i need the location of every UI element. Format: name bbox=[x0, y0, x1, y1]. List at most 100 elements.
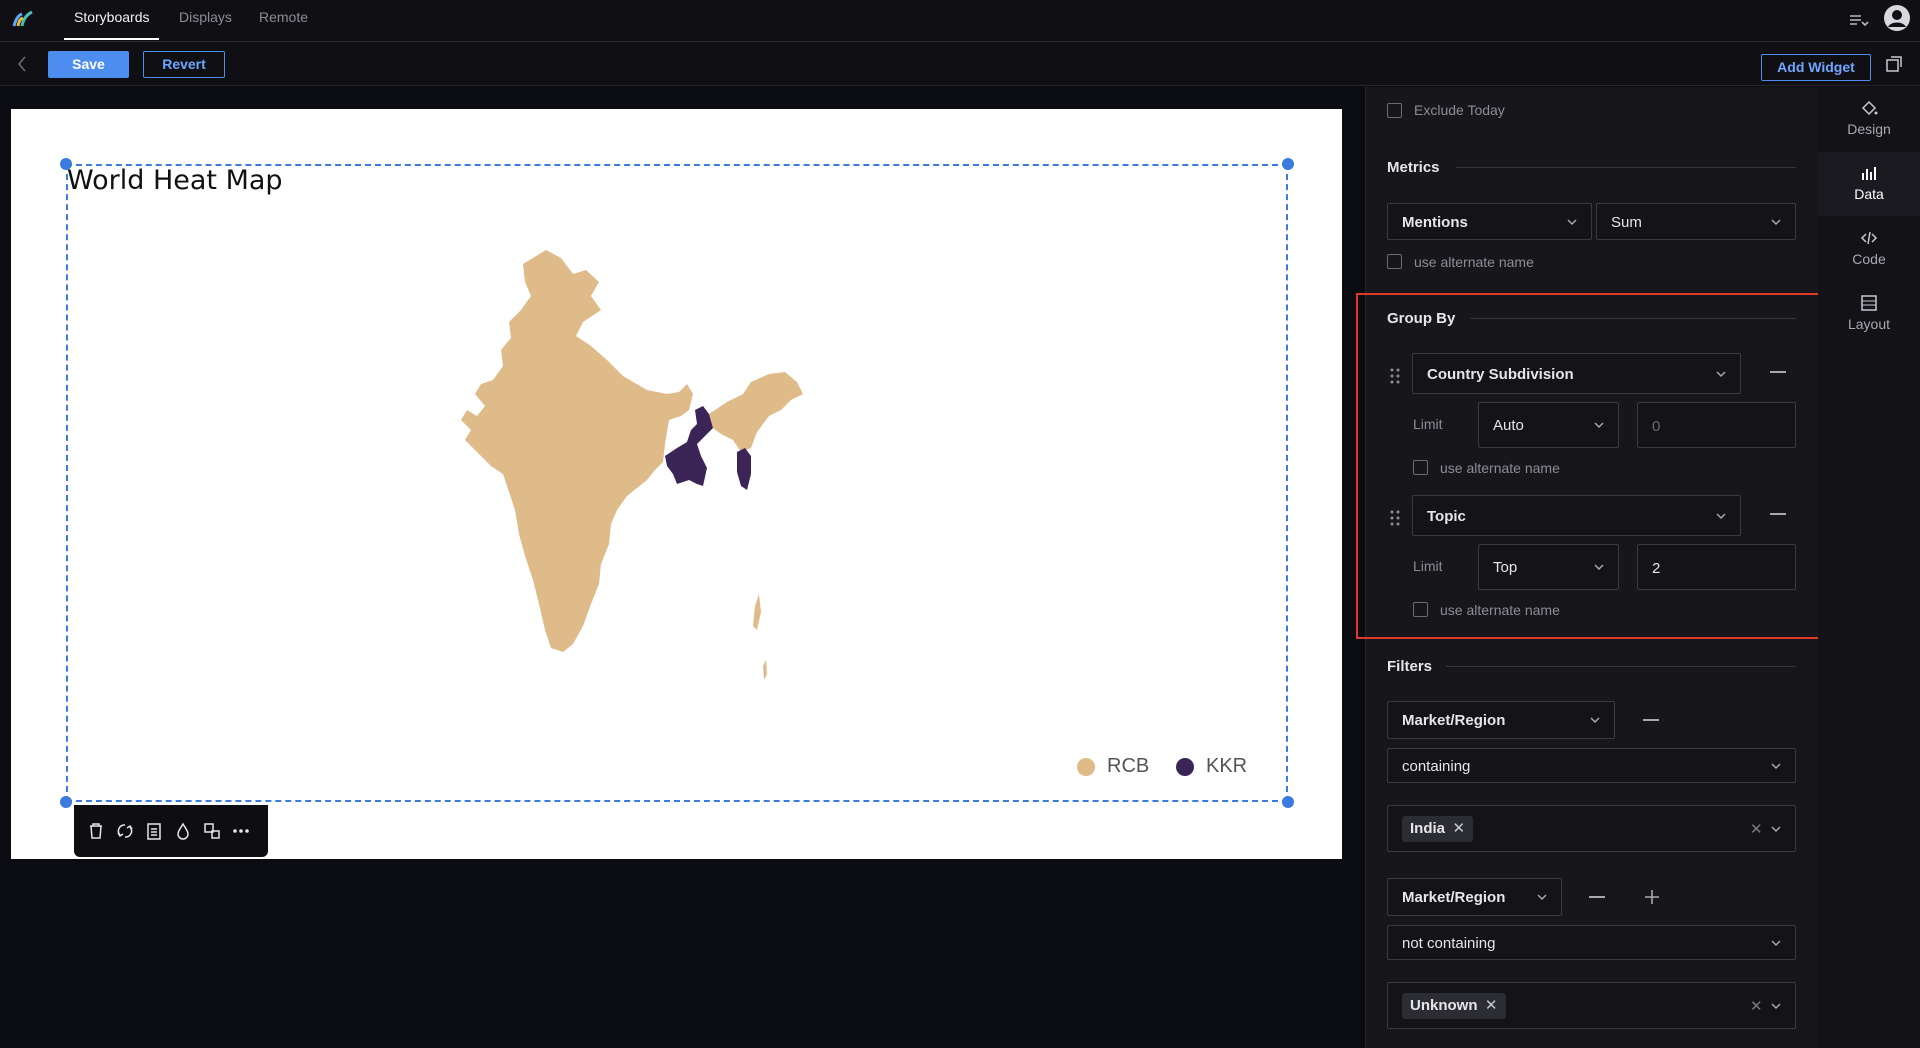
chevron-down-icon bbox=[1537, 894, 1547, 901]
clipboard-icon[interactable] bbox=[144, 821, 164, 841]
map-region-islands[interactable] bbox=[753, 594, 761, 630]
limit-mode-value: Top bbox=[1493, 559, 1518, 576]
filter-value-tag-label: India bbox=[1410, 820, 1446, 837]
legend-item-kkr[interactable]: KKR bbox=[1176, 755, 1247, 778]
india-heat-map[interactable] bbox=[451, 234, 901, 734]
add-widget-button[interactable]: Add Widget bbox=[1761, 54, 1871, 81]
filter-values-input[interactable]: India ✕ ✕ bbox=[1387, 805, 1796, 852]
remove-group-button[interactable] bbox=[1770, 513, 1786, 515]
filter-field-select[interactable]: Market/Region bbox=[1387, 878, 1562, 916]
group-alt-name-label: use alternate name bbox=[1440, 460, 1560, 476]
sidebar-item-label: Layout bbox=[1847, 316, 1891, 332]
filters-section-title: Filters bbox=[1387, 658, 1433, 675]
filter-operator-value: containing bbox=[1402, 758, 1471, 775]
sidebar-item-label: Data bbox=[1854, 186, 1884, 202]
back-chevron-icon[interactable] bbox=[14, 54, 30, 74]
remove-filter-button[interactable] bbox=[1589, 896, 1605, 898]
panel-sidebar: Design Data Code Layout bbox=[1818, 87, 1920, 1048]
sidebar-item-label: Design bbox=[1847, 121, 1891, 137]
chevron-down-icon bbox=[1594, 564, 1604, 571]
legend-item-rcb[interactable]: RCB bbox=[1077, 755, 1149, 778]
list-menu-icon[interactable] bbox=[1846, 8, 1870, 32]
section-divider bbox=[1470, 318, 1796, 319]
more-options-icon[interactable] bbox=[231, 821, 251, 841]
sidebar-item-design[interactable]: Design bbox=[1818, 87, 1920, 151]
sidebar-item-layout[interactable]: Layout bbox=[1818, 282, 1920, 346]
chevron-down-icon bbox=[1590, 717, 1600, 724]
chevron-down-icon bbox=[1716, 513, 1726, 520]
user-avatar-icon[interactable] bbox=[1883, 4, 1911, 32]
storyboard-canvas[interactable]: World Heat Map RCB KKR bbox=[11, 109, 1342, 859]
remove-tag-icon[interactable]: ✕ bbox=[1452, 816, 1465, 842]
limit-mode-select[interactable]: Top bbox=[1478, 544, 1619, 590]
save-button[interactable]: Save bbox=[48, 51, 129, 78]
remove-filter-button[interactable] bbox=[1643, 719, 1659, 721]
filter-field-select[interactable]: Market/Region bbox=[1387, 701, 1615, 739]
delete-icon[interactable] bbox=[86, 821, 106, 841]
tab-remote[interactable]: Remote bbox=[259, 0, 308, 42]
metric-select[interactable]: Mentions bbox=[1387, 203, 1592, 240]
popout-window-icon[interactable] bbox=[1884, 54, 1904, 74]
limit-label: Limit bbox=[1413, 558, 1443, 574]
top-bar: Storyboards Displays Remote bbox=[0, 0, 1920, 42]
swap-widget-icon[interactable] bbox=[202, 821, 222, 841]
tab-displays[interactable]: Displays bbox=[179, 0, 232, 42]
section-divider bbox=[1446, 666, 1796, 667]
group-alt-name-checkbox[interactable] bbox=[1413, 460, 1428, 475]
group-alt-name-checkbox[interactable] bbox=[1413, 602, 1428, 617]
exclude-today-checkbox[interactable] bbox=[1387, 103, 1402, 118]
filter-values-input[interactable]: Unknown ✕ ✕ bbox=[1387, 982, 1796, 1029]
group-field-value: Topic bbox=[1427, 508, 1466, 525]
filter-field-value: Market/Region bbox=[1402, 889, 1506, 906]
map-region-rcb[interactable] bbox=[461, 250, 693, 652]
add-filter-icon[interactable] bbox=[1643, 888, 1661, 906]
duplicate-icon[interactable] bbox=[115, 821, 135, 841]
sidebar-item-code[interactable]: Code bbox=[1818, 217, 1920, 281]
sidebar-item-label: Code bbox=[1852, 251, 1886, 267]
drag-handle-icon[interactable] bbox=[1389, 367, 1401, 385]
sidebar-item-data[interactable]: Data bbox=[1818, 152, 1920, 216]
resize-handle-bottom-left[interactable] bbox=[60, 796, 72, 808]
chevron-down-icon bbox=[1771, 763, 1781, 770]
filter-field-value: Market/Region bbox=[1402, 712, 1506, 729]
map-region-northeast[interactable] bbox=[709, 372, 803, 452]
color-drop-icon[interactable] bbox=[173, 821, 193, 841]
section-divider bbox=[1456, 167, 1796, 168]
filter-operator-select[interactable]: not containing bbox=[1387, 925, 1796, 960]
chevron-down-icon[interactable] bbox=[1769, 999, 1783, 1013]
map-region-kkr-northeast[interactable] bbox=[737, 448, 751, 490]
chevron-down-icon[interactable] bbox=[1769, 822, 1783, 836]
limit-mode-select[interactable]: Auto bbox=[1478, 402, 1619, 448]
tab-storyboards[interactable]: Storyboards bbox=[63, 0, 161, 42]
legend-label: KKR bbox=[1206, 755, 1248, 777]
limit-value-input[interactable]: 0 bbox=[1637, 402, 1796, 448]
resize-handle-top-right[interactable] bbox=[1282, 158, 1294, 170]
bar-chart-icon bbox=[1862, 167, 1876, 180]
group-field-select[interactable]: Topic bbox=[1412, 495, 1741, 536]
legend-swatch bbox=[1176, 757, 1194, 776]
revert-button[interactable]: Revert bbox=[143, 51, 225, 78]
clear-values-icon[interactable]: ✕ bbox=[1750, 997, 1763, 1015]
limit-label: Limit bbox=[1413, 416, 1443, 432]
limit-value-input[interactable]: 2 bbox=[1637, 544, 1796, 590]
filter-value-tag[interactable]: Unknown ✕ bbox=[1402, 993, 1506, 1019]
group-field-select[interactable]: Country Subdivision bbox=[1412, 353, 1741, 394]
aggregation-select-value: Sum bbox=[1611, 214, 1642, 231]
drag-handle-icon[interactable] bbox=[1389, 509, 1401, 527]
chevron-down-icon bbox=[1567, 219, 1577, 226]
metric-alt-name-checkbox[interactable] bbox=[1387, 254, 1402, 269]
remove-tag-icon[interactable]: ✕ bbox=[1485, 993, 1498, 1019]
resize-handle-bottom-right[interactable] bbox=[1282, 796, 1294, 808]
widget-action-toolbar bbox=[74, 805, 268, 857]
filter-value-tag[interactable]: India ✕ bbox=[1402, 816, 1474, 842]
remove-group-button[interactable] bbox=[1770, 371, 1786, 373]
map-region-islands-south[interactable] bbox=[763, 660, 767, 680]
app-logo-icon[interactable] bbox=[10, 6, 36, 32]
legend-label: RCB bbox=[1107, 755, 1150, 777]
chevron-down-icon bbox=[1771, 940, 1781, 947]
filter-operator-select[interactable]: containing bbox=[1387, 748, 1796, 783]
exclude-today-label: Exclude Today bbox=[1414, 102, 1505, 118]
chevron-down-icon bbox=[1716, 371, 1726, 378]
aggregation-select[interactable]: Sum bbox=[1596, 203, 1796, 240]
clear-values-icon[interactable]: ✕ bbox=[1750, 820, 1763, 838]
